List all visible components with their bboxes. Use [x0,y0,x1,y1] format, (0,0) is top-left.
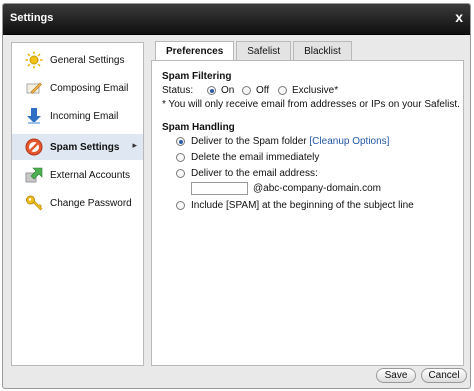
tab-bar: Preferences Safelist Blacklist [155,41,354,61]
status-label: Status: [162,85,194,96]
window-title: Settings [10,12,54,24]
title-bar: Settings x [3,4,470,35]
safelist-note: * You will only receive email from addre… [162,99,460,110]
tab-safelist[interactable]: Safelist [236,41,292,60]
delete-immediately-label: Delete the email immediately [191,152,320,163]
status-exclusive-label: Exclusive* [292,85,339,96]
spam-folder-option: Deliver to the Spam folder [Cleanup Opti… [191,136,389,147]
status-on-label: On [221,85,235,96]
sidebar-item-general-settings[interactable]: General Settings [12,48,143,72]
cleanup-options-link[interactable]: [Cleanup Options] [309,136,389,147]
sidebar-item-label: Incoming Email [50,110,119,122]
compose-icon [24,78,44,98]
include-spam-tag-label: Include [SPAM] at the beginning of the s… [191,200,414,211]
sidebar-item-change-password[interactable]: Change Password [12,191,143,215]
no-entry-icon [24,137,44,157]
save-button[interactable]: Save [376,368,416,383]
tab-blacklist[interactable]: Blacklist [293,41,352,60]
sidebar-item-label: Composing Email [50,82,129,94]
email-address-field[interactable] [191,182,248,195]
sidebar-item-composing-email[interactable]: Composing Email [12,76,143,100]
close-icon[interactable]: x [455,10,463,24]
incoming-arrow-icon [24,106,44,126]
sidebar-item-label: Spam Settings [50,141,120,153]
chevron-right-icon: ▸ [132,140,137,150]
settings-sidebar: General Settings Composing Email Incomin… [11,42,144,366]
sidebar-item-incoming-email[interactable]: Incoming Email [12,104,143,128]
deliver-address-radio[interactable] [176,169,185,178]
include-spam-tag-radio[interactable] [176,201,185,210]
spam-filtering-title: Spam Filtering [162,71,232,82]
status-on-radio[interactable] [207,86,216,95]
cancel-button[interactable]: Cancel [421,368,467,383]
delete-immediately-radio[interactable] [176,153,185,162]
key-icon [24,193,44,213]
sidebar-item-label: General Settings [50,54,125,66]
sun-icon [24,50,44,70]
sidebar-item-label: External Accounts [50,169,131,181]
deliver-address-label: Deliver to the email address: [191,168,318,179]
status-exclusive-radio[interactable] [278,86,287,95]
spam-folder-radio[interactable] [176,137,185,146]
spam-folder-label: Deliver to the Spam folder [191,136,307,147]
tab-preferences[interactable]: Preferences [155,41,235,61]
external-arrow-icon [24,165,44,185]
sidebar-item-external-accounts[interactable]: External Accounts [12,163,143,187]
spam-handling-title: Spam Handling [162,122,235,133]
sidebar-item-label: Change Password [50,197,132,209]
status-off-label: Off [256,85,270,96]
preferences-panel: Spam Filtering Status: On Off Exclusive*… [151,60,464,366]
settings-window: Settings x General Settings Composing Em… [2,3,471,389]
sidebar-item-spam-settings[interactable]: Spam Settings ▸ [12,134,143,160]
domain-suffix: @abc-company-domain.com [253,183,381,194]
status-off-radio[interactable] [242,86,251,95]
